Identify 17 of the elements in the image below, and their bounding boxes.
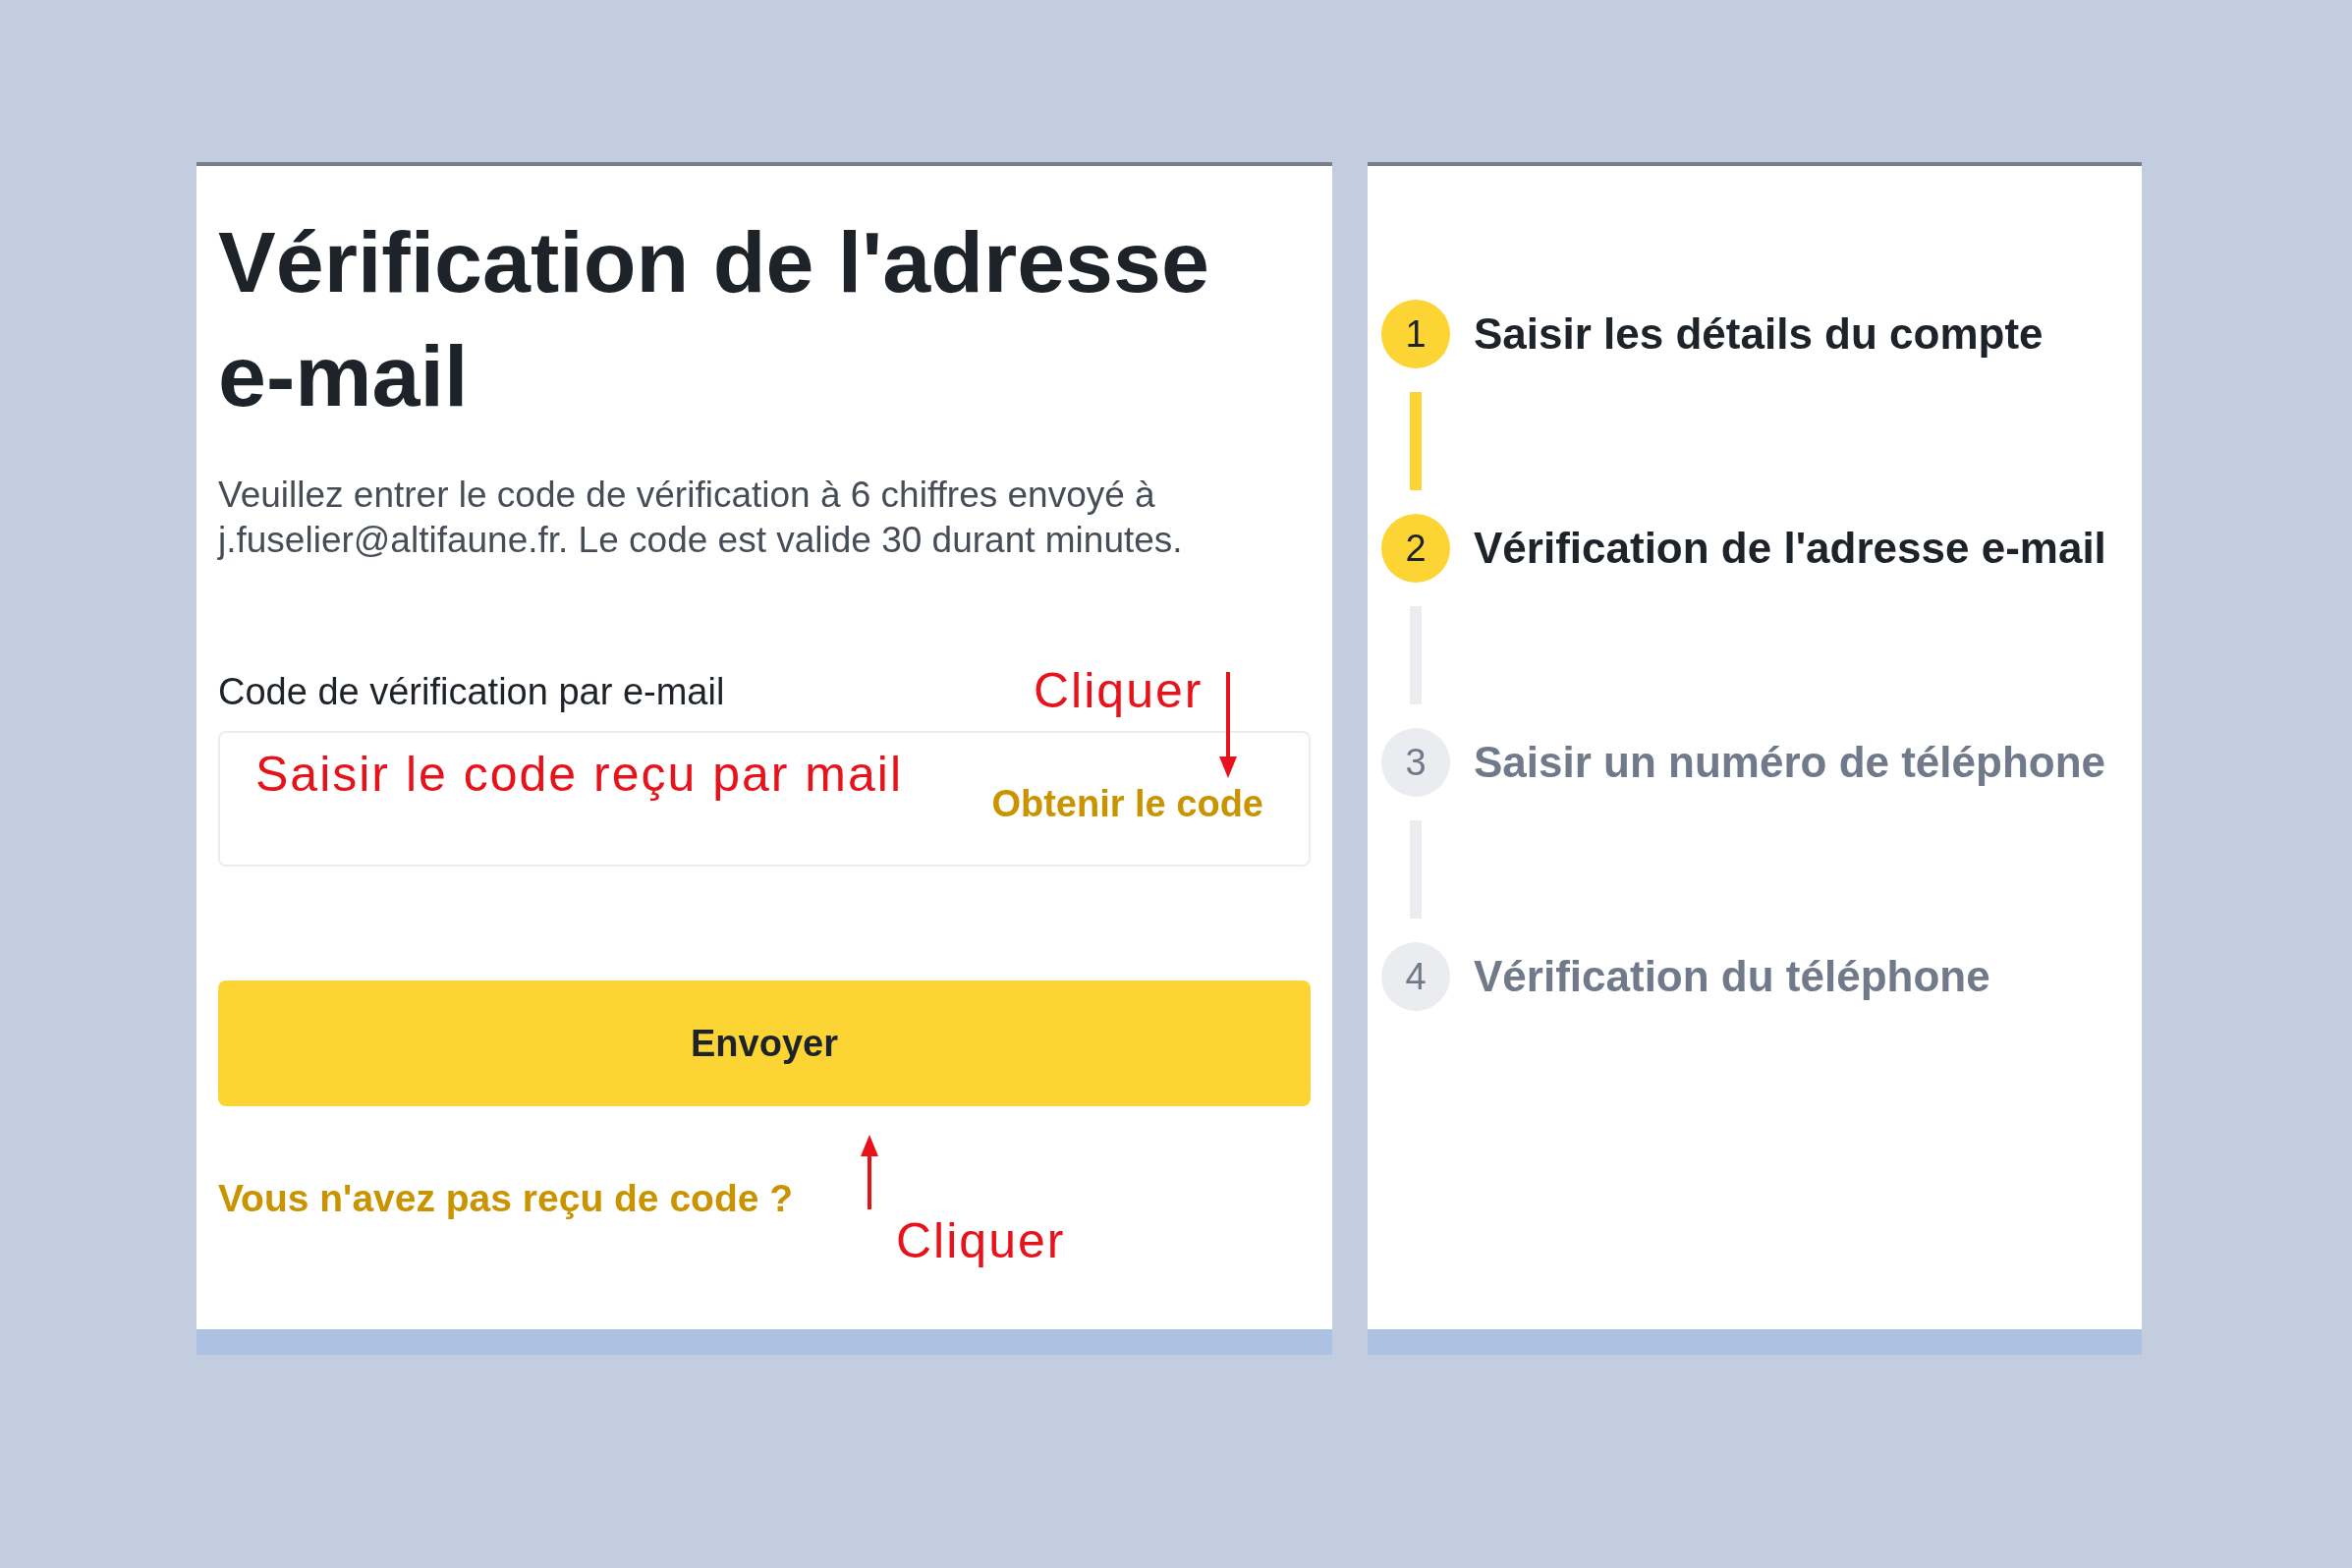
page-title: Vérification de l'adresse e-mail [218, 212, 1210, 426]
get-code-link[interactable]: Obtenir le code [991, 782, 1263, 825]
step-label: Vérification du téléphone [1474, 952, 1990, 1001]
field-label: Code de vérification par e-mail [218, 671, 725, 713]
step-number: 4 [1381, 942, 1450, 1011]
step-label: Saisir les détails du compte [1474, 309, 2044, 359]
annotation-text: Cliquer [1034, 662, 1204, 719]
step-label: Saisir un numéro de téléphone [1474, 738, 2105, 787]
submit-button[interactable]: Envoyer [218, 980, 1311, 1106]
annotation-text: Cliquer [896, 1212, 1066, 1269]
annotation-text: Saisir le code reçu par mail [255, 746, 904, 803]
instruction-text: Veuillez entrer le code de vérification à 6 chiffres envoyé à j.fuselier@altifaune.fr. Le code est valide 30 durant minutes. [218, 474, 1184, 562]
step-number: 1 [1381, 300, 1450, 368]
step-label: Vérification de l'adresse e-mail [1474, 524, 2106, 573]
step-number: 3 [1381, 728, 1450, 797]
no-code-link[interactable]: Vous n'avez pas reçu de code ? [218, 1177, 794, 1220]
step-number: 2 [1381, 514, 1450, 583]
